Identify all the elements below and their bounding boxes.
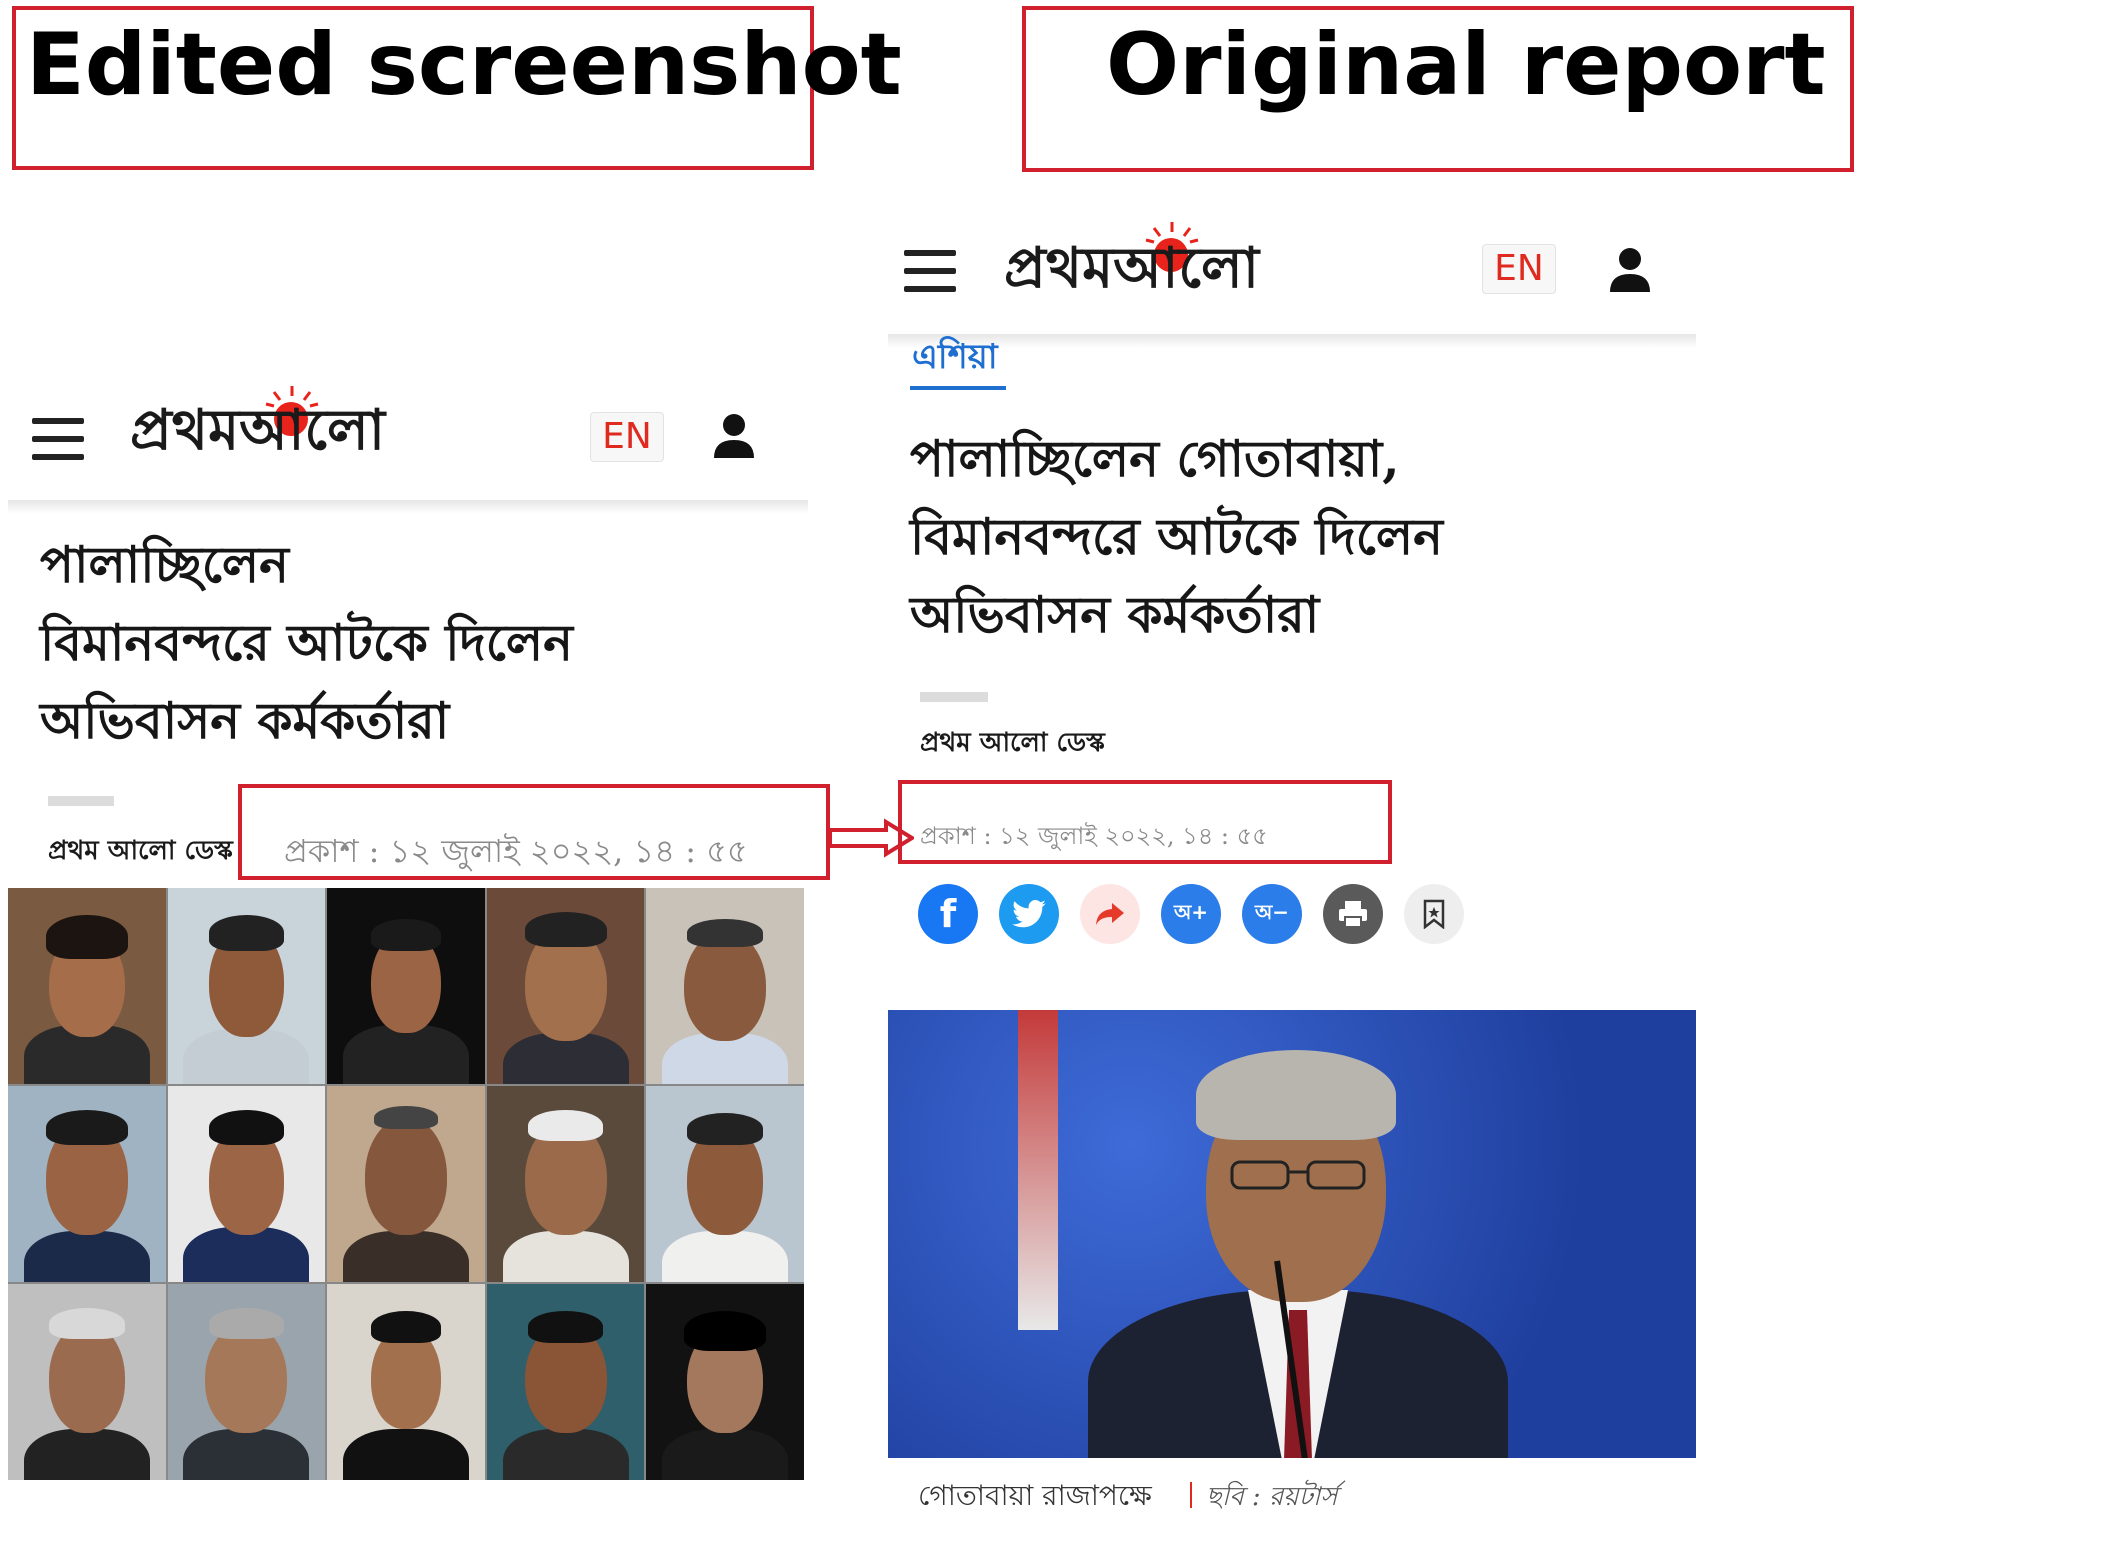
edited-header: [8, 380, 808, 500]
edited-headline-line-2: বিমানবন্দরে আটকে দিলেন: [40, 613, 573, 672]
photo-cell: [486, 1086, 645, 1282]
facebook-icon[interactable]: f: [918, 884, 978, 944]
caption-separator: [1190, 1482, 1192, 1508]
photo-cell: [167, 888, 326, 1084]
article-photo: [888, 1010, 1696, 1458]
share-icon[interactable]: [1080, 884, 1140, 944]
glasses: [1228, 1158, 1368, 1192]
edited-headline-line-1: পালাচ্ছিলেন: [40, 535, 290, 594]
original-header-shadow: [888, 334, 1696, 348]
photo-cell: [486, 888, 645, 1084]
photo-caption: গোতাবায়া রাজাপক্ষে: [918, 1479, 1152, 1512]
edited-header-shadow: [8, 500, 808, 514]
photo-cell: [167, 1284, 326, 1480]
font-increase-icon[interactable]: অ+: [1161, 884, 1221, 944]
menu-icon[interactable]: [32, 418, 84, 472]
section-label[interactable]: এশিয়া: [912, 340, 998, 374]
logo-text: প্রথমআলো: [130, 397, 385, 463]
original-label: Original report: [1106, 15, 1826, 115]
photo-cell: [8, 1284, 166, 1480]
original-divider: [920, 692, 988, 702]
bookmark-icon[interactable]: [1404, 884, 1464, 944]
photo-cell: [327, 1086, 485, 1282]
edited-label: Edited screenshot: [26, 15, 902, 115]
photo-cell: [8, 888, 166, 1084]
original-headline-line-3: অভিবাসন কর্মকর্তারা: [910, 585, 1320, 644]
language-button[interactable]: EN: [590, 412, 664, 462]
twitter-icon[interactable]: [999, 884, 1059, 944]
original-headline-line-1: পালাচ্ছিলেন গোতাবায়া,: [910, 429, 1400, 488]
user-icon[interactable]: [1608, 246, 1652, 298]
flag-stripe: [1018, 1010, 1058, 1330]
photo-cell: [167, 1086, 326, 1282]
user-icon[interactable]: [712, 412, 756, 464]
edited-photo-grid: [8, 888, 804, 1480]
menu-icon[interactable]: [904, 250, 956, 304]
photo-cell: [646, 1086, 804, 1282]
print-icon[interactable]: [1323, 884, 1383, 944]
photo-cell: [646, 888, 804, 1084]
photo-cell: [8, 1086, 166, 1282]
original-time-highlight: [898, 780, 1392, 864]
photo-cell: [646, 1284, 804, 1480]
hair: [1196, 1050, 1396, 1140]
original-author[interactable]: প্রথম আলো ডেস্ক: [920, 722, 1105, 766]
photo-cell: [486, 1284, 645, 1480]
logo-text: প্রথমআলো: [1004, 235, 1259, 301]
font-decrease-icon[interactable]: অ−: [1242, 884, 1302, 944]
language-button[interactable]: EN: [1482, 244, 1556, 294]
edited-divider: [48, 796, 114, 806]
section-underline: [910, 386, 1006, 390]
edited-author[interactable]: প্রথম আলো ডেস্ক: [48, 830, 233, 874]
photo-cell: [327, 1284, 485, 1480]
original-headline-line-2: বিমানবন্দরে আটকে দিলেন: [910, 507, 1443, 566]
edited-time-highlight: [238, 784, 830, 880]
photo-cell: [327, 888, 485, 1084]
edited-headline-line-3: অভিবাসন কর্মকর্তারা: [40, 691, 450, 750]
photo-credit: ছবি : রয়টার্স: [1206, 1482, 1338, 1512]
